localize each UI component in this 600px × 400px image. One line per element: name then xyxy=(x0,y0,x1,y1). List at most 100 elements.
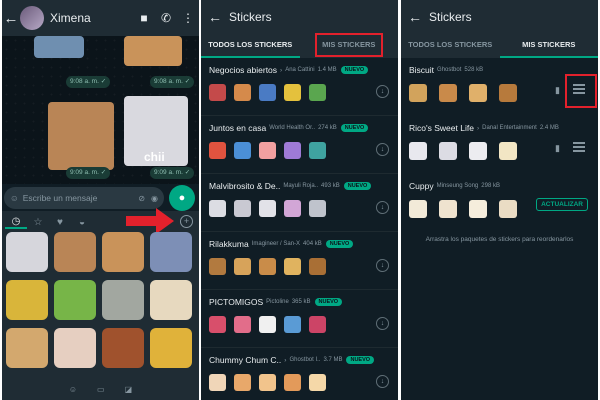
download-icon[interactable]: ↓ xyxy=(376,85,389,98)
store-tabs: TODOS LOS STICKERS MIS STICKERS xyxy=(401,34,598,58)
highlight-box xyxy=(565,74,597,108)
sticker-preview xyxy=(209,316,226,333)
pack-previews xyxy=(209,316,390,333)
sticker-preview xyxy=(284,258,301,275)
store-header: ← Stickers xyxy=(401,0,598,34)
attach-icon[interactable]: ⊘ xyxy=(138,194,145,203)
sticker-item[interactable] xyxy=(102,280,144,320)
sticker-preview xyxy=(234,142,251,159)
sticker-preview xyxy=(209,142,226,159)
download-icon[interactable]: ↓ xyxy=(376,259,389,272)
new-badge: NUEVO xyxy=(346,356,375,364)
download-icon[interactable]: ↓ xyxy=(376,143,389,156)
info-icon: › xyxy=(476,124,480,132)
sticker-item[interactable] xyxy=(6,280,48,320)
tab-all-stickers[interactable]: TODOS LOS STICKERS xyxy=(401,34,500,58)
info-icon: › xyxy=(280,66,283,74)
arrow-left-icon[interactable]: ← xyxy=(201,9,229,25)
message-time: 9:08 a. m. ✓ xyxy=(150,76,195,88)
sticker-preview xyxy=(259,374,276,391)
sticker-preview xyxy=(259,200,276,217)
recent-icon[interactable]: ◷ xyxy=(5,216,27,229)
cup-icon[interactable]: ◒ xyxy=(71,217,93,228)
sticker-preview xyxy=(234,200,251,217)
contact-name[interactable]: Ximena xyxy=(50,11,133,25)
list-item[interactable]: PICTOMIGOS Pictoline 365 kB NUEVO ↓ xyxy=(201,290,398,348)
sticker-preview xyxy=(234,316,251,333)
message-time: 9:08 a. m. ✓ xyxy=(66,76,111,88)
sticker-preview xyxy=(499,142,517,160)
sticker-preview xyxy=(309,316,326,333)
sticker-preview xyxy=(284,200,301,217)
sticker-preview xyxy=(309,374,326,391)
list-item[interactable]: Juntos en casa World Health Or.. 274 kB … xyxy=(201,116,398,174)
pack-name: Juntos en casa xyxy=(209,123,267,133)
list-item[interactable]: Rilakkuma Imagineer / San-X 404 kB NUEVO… xyxy=(201,232,398,290)
list-item[interactable]: Negocios abiertos › Ana Cattini 1.4 MB N… xyxy=(201,58,398,116)
sticker-preview xyxy=(284,142,301,159)
download-icon[interactable]: ↓ xyxy=(376,201,389,214)
pack-size: 528 kB xyxy=(464,67,484,73)
pack-size: 404 kB xyxy=(303,241,322,247)
sticker-toggle-icon[interactable]: ☺ xyxy=(10,193,19,203)
sticker-item[interactable] xyxy=(6,232,48,272)
add-stickers-icon[interactable]: + xyxy=(180,215,193,228)
list-item[interactable]: Malvibrosito & De.. Mayuli Roja.. 493 kB… xyxy=(201,174,398,232)
tab-my-stickers[interactable]: MIS STICKERS xyxy=(499,34,598,58)
pack-name: Cuppy xyxy=(409,181,434,191)
avatar[interactable] xyxy=(20,6,44,30)
sticker-preview xyxy=(209,374,226,391)
sticker-item[interactable] xyxy=(102,328,144,368)
new-badge: NUEVO xyxy=(343,182,372,190)
pack-name: Biscuit xyxy=(409,65,435,75)
reorder-hint: Arrastra los paquetes de stickers para r… xyxy=(425,236,574,243)
chat-header: ← Ximena ■ ✆ ⋮ xyxy=(2,0,199,36)
pack-size: 493 kB xyxy=(321,183,340,189)
pack-size: 298 kB xyxy=(481,183,500,189)
gif-icon[interactable]: ▭ xyxy=(97,385,105,394)
delete-icon[interactable]: ▮ xyxy=(555,143,560,154)
sticker-preview xyxy=(309,142,326,159)
sticker-preview xyxy=(234,374,251,391)
chat-messages: 9:08 a. m. ✓ 9:08 a. m. ✓ chii 9:09 a. m… xyxy=(2,36,199,184)
sticker-item[interactable] xyxy=(150,328,192,368)
video-call-icon[interactable]: ■ xyxy=(133,11,155,25)
list-item[interactable]: Chummy Chum C.. › Ghostbot I.. 3.7 MB NU… xyxy=(201,348,398,400)
sticker-item[interactable] xyxy=(54,232,96,272)
update-button[interactable]: ACTUALIZAR xyxy=(536,198,588,211)
heart-icon[interactable]: ♥ xyxy=(49,217,71,228)
sticker-item[interactable] xyxy=(54,328,96,368)
sticker-item[interactable] xyxy=(54,280,96,320)
tab-all-stickers[interactable]: TODOS LOS STICKERS xyxy=(201,34,300,58)
more-options-icon[interactable]: ⋮ xyxy=(177,11,199,25)
sticker-chihuahua[interactable] xyxy=(48,102,114,170)
emoji-icon[interactable]: ☺ xyxy=(69,385,77,394)
phone-icon[interactable]: ✆ xyxy=(155,11,177,25)
star-icon[interactable]: ☆ xyxy=(27,217,49,228)
sticker-preview xyxy=(469,142,487,160)
pack-author: Pictoline xyxy=(266,299,289,305)
sticker-plush[interactable] xyxy=(34,36,84,58)
drag-handle-icon[interactable] xyxy=(573,142,585,152)
sticker-icon[interactable]: ◪ xyxy=(125,385,133,394)
sticker-preview xyxy=(409,142,427,160)
sticker-item[interactable] xyxy=(102,232,144,272)
pack-previews xyxy=(209,374,390,391)
sticker-item[interactable] xyxy=(6,328,48,368)
camera-icon[interactable]: ◉ xyxy=(151,194,158,203)
download-icon[interactable]: ↓ xyxy=(376,375,389,388)
sticker-preview xyxy=(209,84,226,101)
arrow-left-icon[interactable]: ← xyxy=(2,10,20,27)
download-icon[interactable]: ↓ xyxy=(376,317,389,330)
arrow-left-icon[interactable]: ← xyxy=(401,9,429,25)
pack-name: Chummy Chum C.. xyxy=(209,355,282,365)
sticker-preview xyxy=(409,200,427,218)
list-item[interactable]: Rico's Sweet Life › Danal Entertainment … xyxy=(401,116,598,174)
delete-icon[interactable]: ▮ xyxy=(555,85,560,96)
sticker-dog-running[interactable] xyxy=(124,36,182,66)
page-title: Stickers xyxy=(229,10,272,24)
sticker-item[interactable] xyxy=(150,280,192,320)
list-item[interactable]: Cuppy Minseung Song 298 kB ACTUALIZAR xyxy=(401,174,598,232)
sticker-preview xyxy=(309,200,326,217)
sticker-item[interactable] xyxy=(150,232,192,272)
